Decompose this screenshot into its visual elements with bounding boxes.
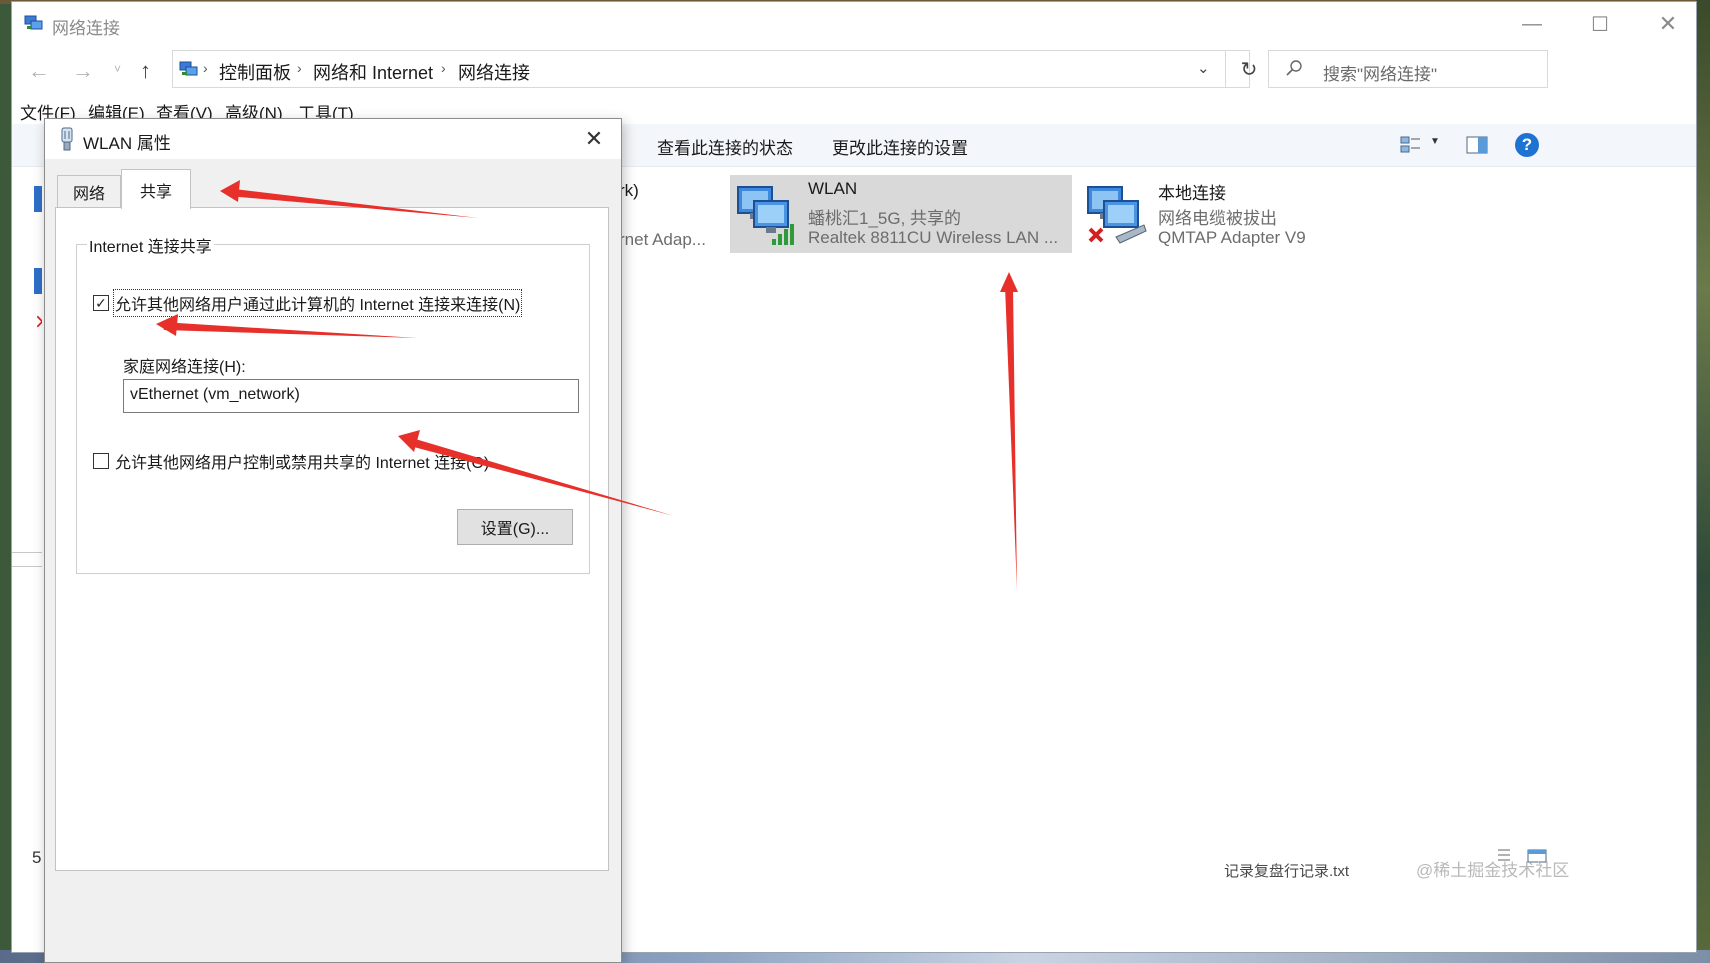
divider [12, 566, 42, 567]
back-arrow-icon[interactable]: ← [28, 58, 50, 84]
recent-locations-chevron-icon[interactable]: ˅ [114, 62, 121, 76]
address-bar[interactable]: › 控制面板 › 网络和 Internet › 网络连接 ⌄ ↻ [172, 50, 1257, 88]
search-placeholder[interactable]: 搜索"网络连接" [1323, 60, 1437, 85]
status-item-count: 5 [32, 848, 42, 867]
connection-adapter: QMTAP Adapter V9 [1158, 228, 1306, 247]
allow-connect-label[interactable]: 允许其他网络用户通过此计算机的 Internet 连接来连接(N) [112, 289, 523, 317]
connection-name: WLAN [808, 179, 858, 198]
allow-control-label[interactable]: 允许其他网络用户控制或禁用共享的 Internet 连接(O) [115, 449, 489, 473]
network-folder-icon [179, 61, 198, 76]
up-arrow-icon[interactable]: ↑ [140, 58, 151, 84]
change-settings-button[interactable]: 更改此连接的设置 [832, 134, 968, 159]
view-status-button[interactable]: 查看此连接的状态 [657, 134, 793, 159]
dialog-titlebar: WLAN 属性 ✕ [45, 119, 621, 159]
connection-item-wlan[interactable]: WLAN 蟠桃汇1_5G, 共享的 Realtek 8811CU Wireles… [730, 175, 1072, 253]
breadcrumb-separator-icon[interactable]: › [297, 60, 302, 76]
allow-connect-checkbox[interactable]: ✓ [93, 295, 109, 311]
dialog-title: WLAN 属性 [83, 134, 171, 153]
watermark: @稀土掘金技术社区 [1416, 861, 1570, 880]
partial-adapter-icon [34, 186, 42, 212]
tab-sharing[interactable]: 共享 [121, 169, 191, 209]
network-connections-icon [24, 15, 43, 30]
forward-arrow-icon[interactable]: → [72, 58, 94, 84]
home-network-value: vEthernet (vm_network) [130, 386, 300, 403]
wlan-properties-dialog: WLAN 属性 ✕ 网络 共享 Internet 连接共享 ✓ 允许其他网络用户… [44, 118, 622, 963]
breadcrumb-network-connections[interactable]: 网络连接 [458, 59, 530, 85]
group-title: Internet 连接共享 [87, 233, 214, 257]
divider [12, 552, 42, 553]
view-options-chevron-icon[interactable]: ▼ [1430, 136, 1440, 147]
breadcrumb-separator-icon[interactable]: › [203, 60, 208, 76]
home-network-connection-field[interactable]: vEthernet (vm_network) [123, 379, 579, 413]
settings-button[interactable]: 设置(G)... [457, 509, 573, 545]
partial-adapter-icon: × [34, 268, 42, 330]
connection-adapter: Realtek 8811CU Wireless LAN ... [808, 228, 1059, 247]
wireless-adapter-icon [61, 127, 73, 151]
partial-connection-adapter[interactable]: rnet Adap... [619, 230, 706, 250]
window-titlebar: 网络连接 — ☐ ✕ [12, 2, 1696, 46]
dialog-close-button[interactable]: ✕ [579, 125, 609, 153]
desktop-background-right [1696, 0, 1710, 963]
ethernet-adapter-disconnected-icon [1087, 186, 1147, 244]
refresh-button[interactable]: ↻ [1225, 51, 1272, 87]
minimize-button[interactable]: — [1502, 6, 1562, 42]
connection-item-local[interactable]: 本地连接 网络电缆被拔出 QMTAP Adapter V9 [1080, 175, 1380, 253]
home-network-label: 家庭网络连接(H): [123, 359, 246, 376]
close-button[interactable]: ✕ [1638, 6, 1698, 42]
maximize-button[interactable]: ☐ [1570, 6, 1630, 42]
breadcrumb-separator-icon[interactable]: › [441, 60, 446, 76]
help-icon[interactable]: ? [1515, 133, 1539, 157]
internet-connection-sharing-group: Internet 连接共享 ✓ 允许其他网络用户通过此计算机的 Internet… [76, 233, 590, 574]
tab-network[interactable]: 网络 [57, 175, 121, 207]
change-view-icon[interactable] [1400, 136, 1422, 154]
search-box[interactable]: 搜索"网络连接" [1268, 50, 1548, 88]
wireless-adapter-icon [737, 186, 794, 245]
connection-status: 蟠桃汇1_5G, 共享的 [808, 209, 962, 228]
connection-name: 本地连接 [1158, 184, 1226, 203]
window-title: 网络连接 [52, 19, 120, 38]
breadcrumb-network-internet[interactable]: 网络和 Internet [313, 59, 433, 85]
sharing-tab-panel: Internet 连接共享 ✓ 允许其他网络用户通过此计算机的 Internet… [55, 207, 609, 871]
allow-control-checkbox[interactable] [93, 453, 109, 469]
connection-status: 网络电缆被拔出 [1158, 209, 1277, 228]
navigation-bar: ← → ˅ ↑ › 控制面板 › 网络和 Internet › 网络连接 ⌄ ↻… [12, 48, 1696, 94]
address-dropdown-chevron-icon[interactable]: ⌄ [1197, 59, 1210, 77]
breadcrumb-control-panel[interactable]: 控制面板 [219, 59, 291, 85]
left-pane-edge: × [12, 166, 42, 856]
svg-text:×: × [34, 309, 42, 330]
taskbar-file-label: 记录复盘行记录.txt [1224, 863, 1350, 880]
search-icon [1286, 60, 1302, 76]
preview-pane-icon[interactable] [1466, 136, 1488, 154]
